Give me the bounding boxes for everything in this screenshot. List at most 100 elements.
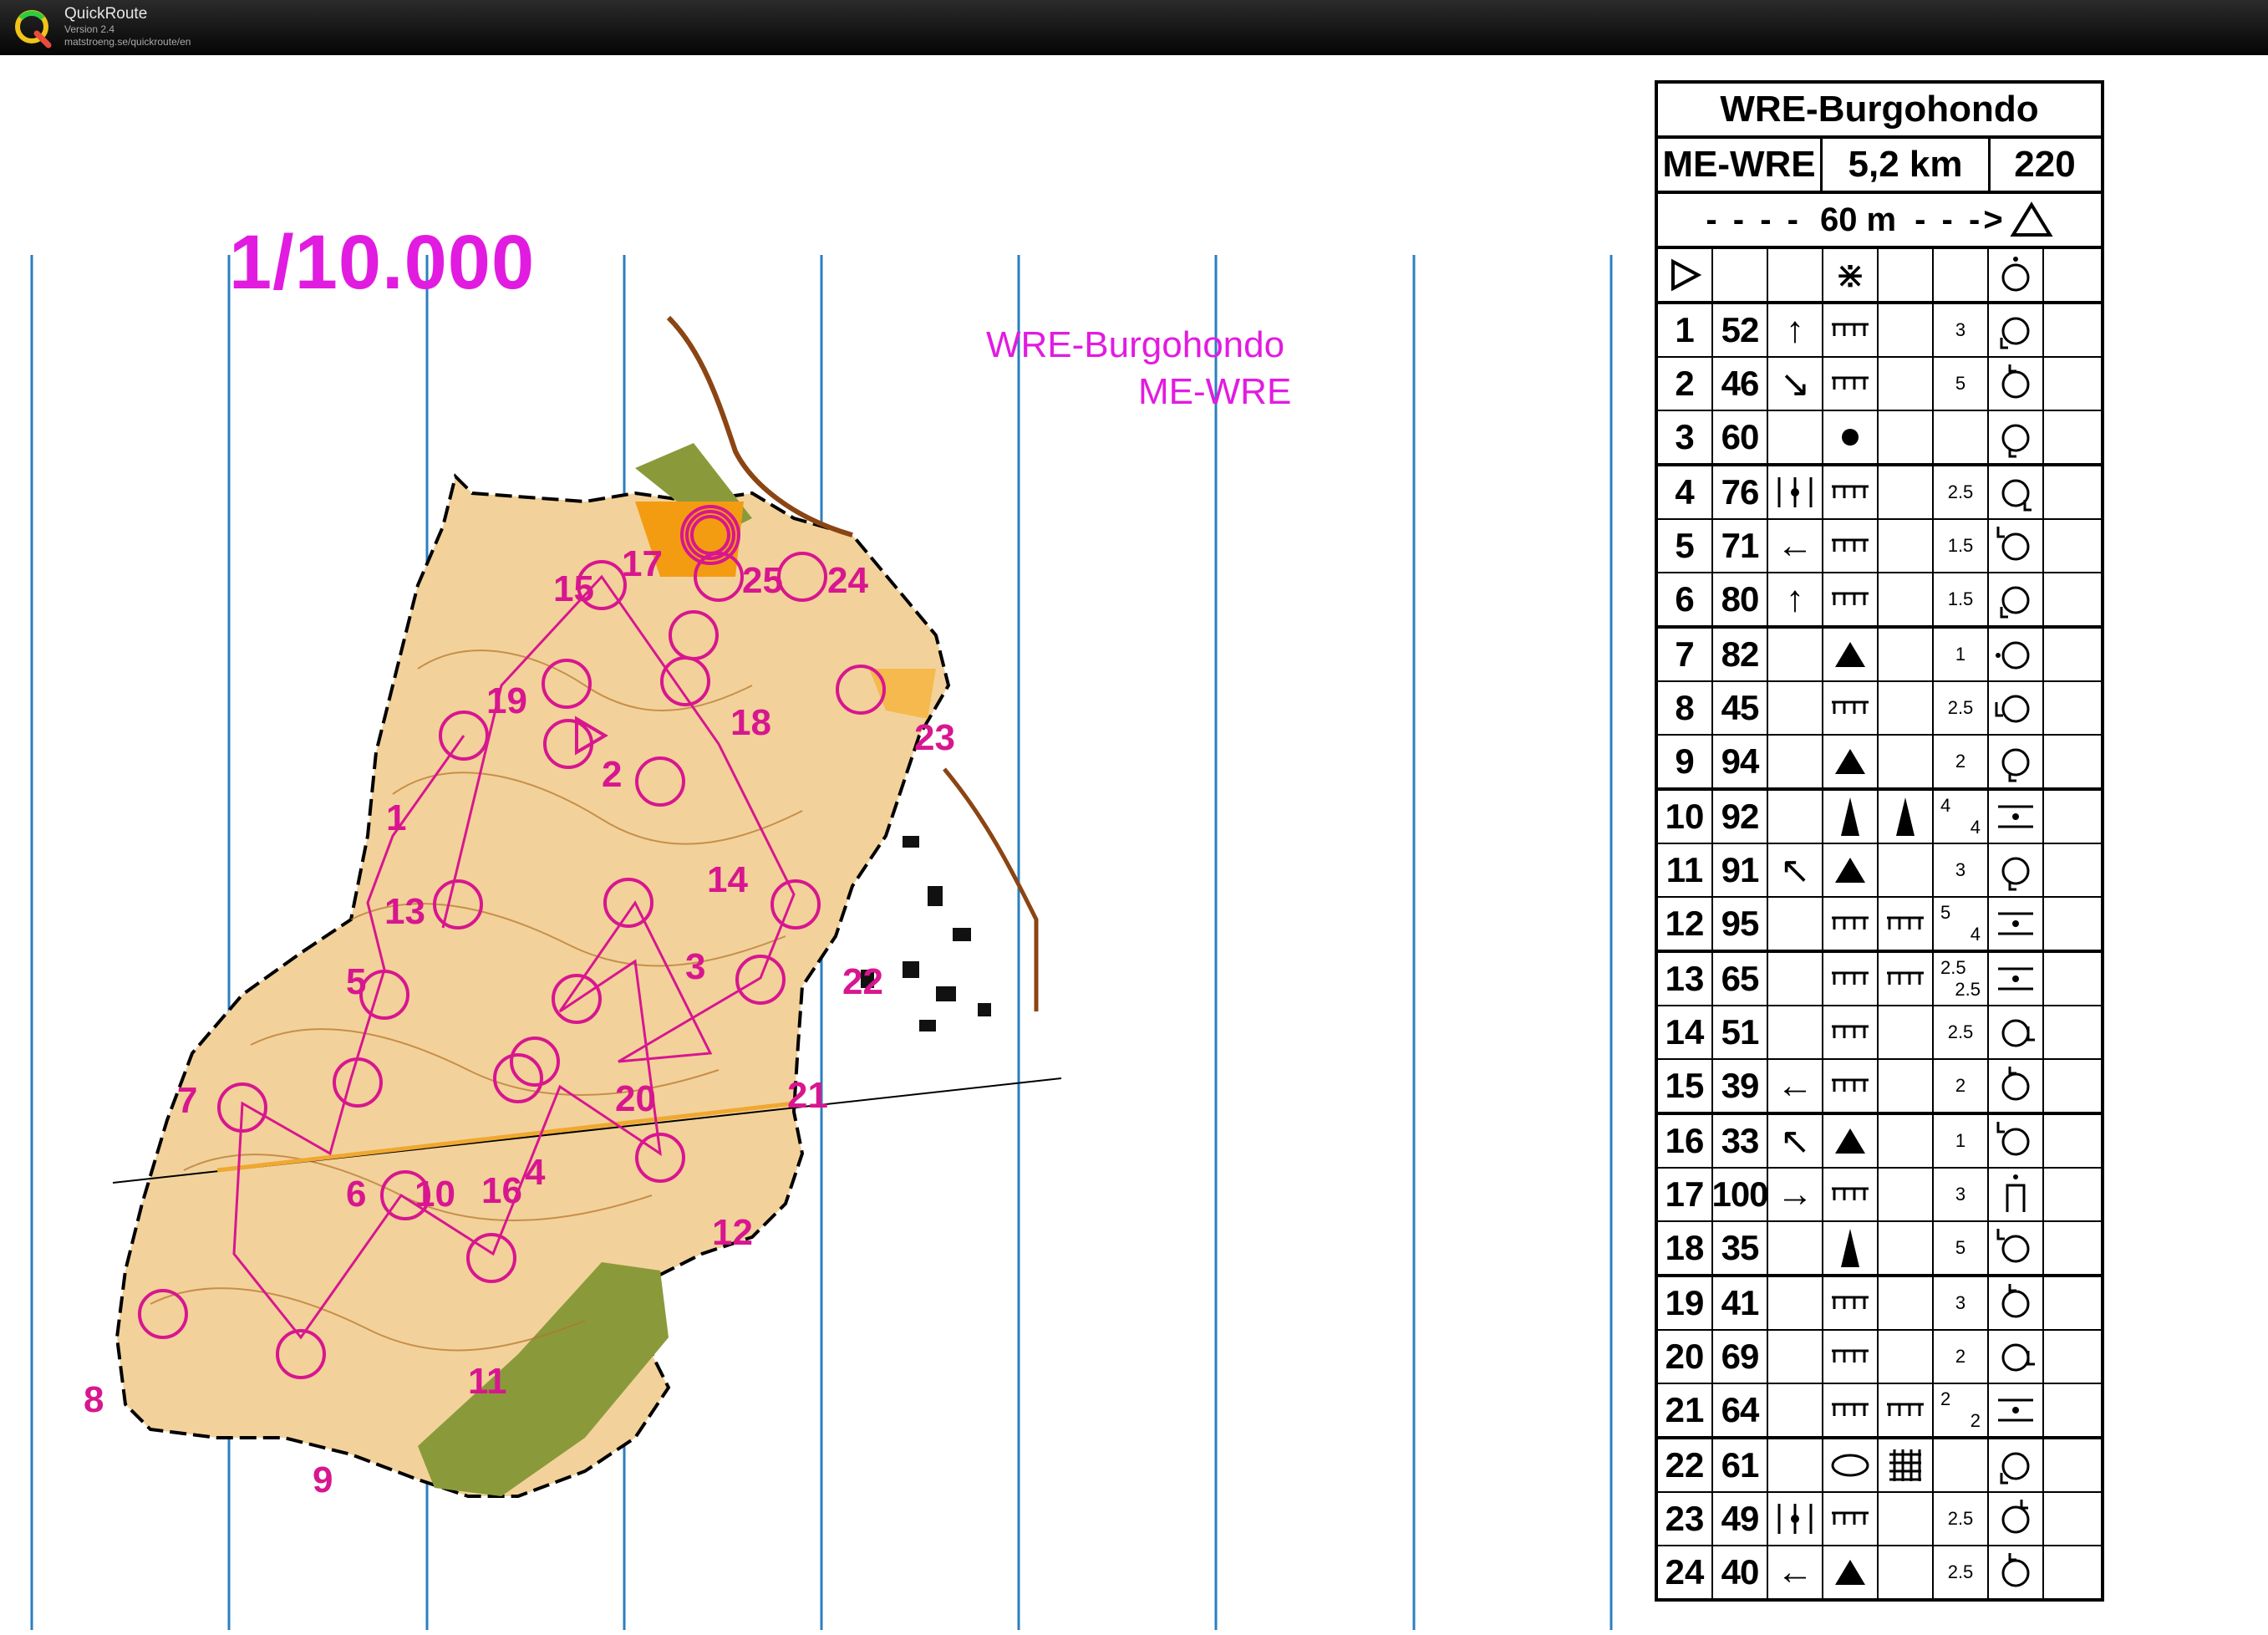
control-row: 22 61 xyxy=(1658,1439,2101,1493)
control-code: 46 xyxy=(1713,358,1768,410)
cliff-icon xyxy=(1832,1025,1869,1038)
location-icon xyxy=(1996,1122,2030,1156)
control-number: 2 xyxy=(1658,358,1713,410)
control-row: 1 52 ↑ 3 xyxy=(1658,304,2101,358)
control-code: 76 xyxy=(1713,466,1768,518)
control-row: 3 60 xyxy=(1658,411,2101,466)
finish-triangle-icon xyxy=(2010,201,2053,237)
boulder-icon xyxy=(1835,858,1865,883)
dimension-value: 2.5 xyxy=(1955,979,1981,1000)
middle-part-icon xyxy=(1777,477,1813,507)
dimension-value: 1 xyxy=(1955,1130,1966,1151)
control-row: 11 91 ↖ 3 xyxy=(1658,844,2101,898)
dimension-value: 2.5 xyxy=(1947,1021,1974,1042)
control-code: 100 xyxy=(1711,1169,1769,1220)
boulder-icon xyxy=(1835,642,1865,667)
control-label: 22 xyxy=(842,961,883,1002)
between-icon xyxy=(1998,967,2033,991)
dimension-value: 5 xyxy=(1955,373,1966,394)
dimension-value: 3 xyxy=(1955,319,1966,340)
control-code: 95 xyxy=(1713,898,1768,950)
control-number: 16 xyxy=(1658,1115,1713,1167)
cliff-icon xyxy=(1832,916,1869,930)
dimension-value: 3 xyxy=(1955,859,1966,880)
orienteering-map[interactable]: 1/10.000 WRE-Burgohondo ME-WRE 1 2 3 4 5… xyxy=(0,55,1638,1635)
control-number: 21 xyxy=(1658,1384,1713,1436)
control-row: 6 80 ↑ 1.5 xyxy=(1658,573,2101,629)
boulder-icon xyxy=(1835,1560,1865,1585)
control-row: 20 69 2 xyxy=(1658,1331,2101,1384)
location-icon xyxy=(2000,586,2030,619)
control-label: 16 xyxy=(481,1170,522,1211)
control-row: 14 51 2.5 xyxy=(1658,1006,2101,1060)
cliff-icon xyxy=(1887,1403,1924,1416)
location-icon xyxy=(2001,1500,2030,1534)
control-number: 15 xyxy=(1658,1060,1713,1112)
control-number: 18 xyxy=(1658,1222,1713,1274)
cliff-icon xyxy=(1832,1511,1869,1525)
control-number: 6 xyxy=(1658,573,1713,625)
control-number: 13 xyxy=(1658,953,1713,1005)
dimension-value: 2 xyxy=(1955,751,1966,772)
dimension-value: 5 xyxy=(1955,1237,1966,1258)
dimension-value: 2.5 xyxy=(1947,1508,1974,1529)
control-label: 19 xyxy=(486,680,527,721)
road xyxy=(943,767,1039,1011)
control-code: 33 xyxy=(1713,1115,1768,1167)
dimension-value: 1.5 xyxy=(1947,535,1974,556)
cliff-icon xyxy=(1832,592,1869,605)
control-code: 40 xyxy=(1713,1546,1768,1598)
control-row: 9 94 2 xyxy=(1658,736,2101,791)
sheet-length: 5,2 km xyxy=(1823,139,1991,191)
control-row: 24 40 ← 2.5 xyxy=(1658,1546,2101,1602)
control-label: 3 xyxy=(685,946,706,987)
dimension-value: 2 xyxy=(1955,1346,1966,1367)
cliff-icon xyxy=(1832,700,1869,714)
cliff-icon xyxy=(1832,538,1869,552)
control-number: 23 xyxy=(1658,1493,1713,1545)
gap-icon xyxy=(2006,1174,2026,1212)
control-code: 65 xyxy=(1713,953,1768,1005)
control-number: 10 xyxy=(1658,791,1713,843)
location-icon xyxy=(1995,695,2030,723)
location-icon xyxy=(2001,424,2030,458)
control-label: 18 xyxy=(730,702,771,743)
control-row: 8 45 2.5 xyxy=(1658,682,2101,736)
direction-icon: ↑ xyxy=(1786,309,1804,350)
control-row: 18 35 5 xyxy=(1658,1222,2101,1277)
control-code: 80 xyxy=(1713,573,1768,625)
control-label: 5 xyxy=(346,961,367,1002)
dimension-value: 4 xyxy=(1970,817,1981,838)
control-number: 17 xyxy=(1658,1169,1713,1220)
direction-icon: ↖ xyxy=(1779,1120,1811,1162)
direction-icon: ↑ xyxy=(1786,578,1804,619)
dimension-value: 3 xyxy=(1955,1184,1966,1205)
sheet-climb: 220 xyxy=(2014,144,2076,185)
control-code: 52 xyxy=(1713,304,1768,356)
location-icon xyxy=(2001,1553,2030,1587)
control-code: 64 xyxy=(1713,1384,1768,1436)
control-number: 20 xyxy=(1658,1331,1713,1383)
control-label: 6 xyxy=(346,1174,367,1215)
cliff-icon xyxy=(1832,1078,1869,1092)
dimension-value: 2.5 xyxy=(1947,481,1974,502)
control-number: 11 xyxy=(1658,844,1713,896)
control-label: 8 xyxy=(84,1379,104,1420)
control-code: 35 xyxy=(1713,1222,1768,1274)
location-icon xyxy=(2001,1019,2035,1047)
boulder-icon xyxy=(1835,1128,1865,1154)
location-icon xyxy=(2001,1067,2030,1101)
control-code: 92 xyxy=(1713,791,1768,843)
arrow-to-finish-icon: - - -> xyxy=(1915,201,2006,238)
location-icon xyxy=(2000,1452,2030,1485)
location-icon xyxy=(1996,527,2030,561)
location-icon xyxy=(2001,1284,2030,1318)
finish-distance: 60 m xyxy=(1819,201,1897,238)
control-label: 25 xyxy=(742,560,783,601)
control-number: 4 xyxy=(1658,466,1713,518)
map-scale: 1/10.000 xyxy=(229,220,536,305)
title-bar: QuickRoute Version 2.4 matstroeng.se/qui… xyxy=(0,0,2268,55)
control-code: 41 xyxy=(1713,1277,1768,1329)
direction-icon: ↘ xyxy=(1779,363,1811,405)
control-row: 7 82 1 xyxy=(1658,629,2101,682)
